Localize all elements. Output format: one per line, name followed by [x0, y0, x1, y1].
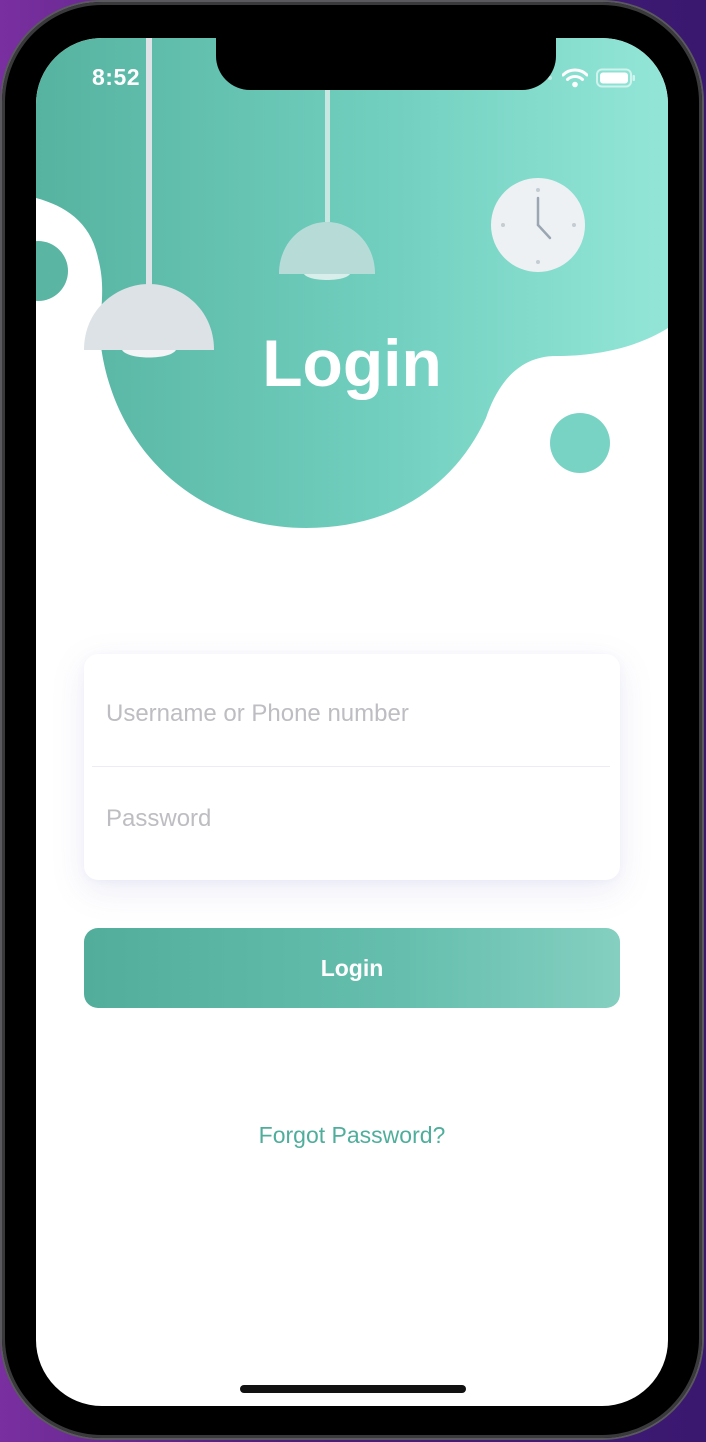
field-divider	[92, 766, 610, 767]
wifi-icon	[562, 68, 588, 88]
battery-icon	[596, 68, 635, 88]
username-input[interactable]	[106, 689, 596, 739]
login-form-card	[84, 654, 620, 880]
phone-frame: 8:52 Login Login	[2, 2, 702, 1438]
status-time: 8:52	[92, 64, 141, 90]
wall-clock-icon	[491, 178, 585, 272]
right-bubble	[550, 413, 610, 473]
home-indicator[interactable]	[240, 1385, 466, 1393]
login-button[interactable]: Login	[84, 928, 620, 1008]
left-bubble	[36, 241, 68, 301]
password-input[interactable]	[106, 794, 596, 844]
forgot-password-link[interactable]: Forgot Password?	[36, 1122, 668, 1149]
header-illustration	[36, 38, 668, 528]
notch	[216, 38, 556, 90]
screen: 8:52 Login Login	[36, 38, 668, 1406]
page-title: Login	[262, 326, 442, 400]
